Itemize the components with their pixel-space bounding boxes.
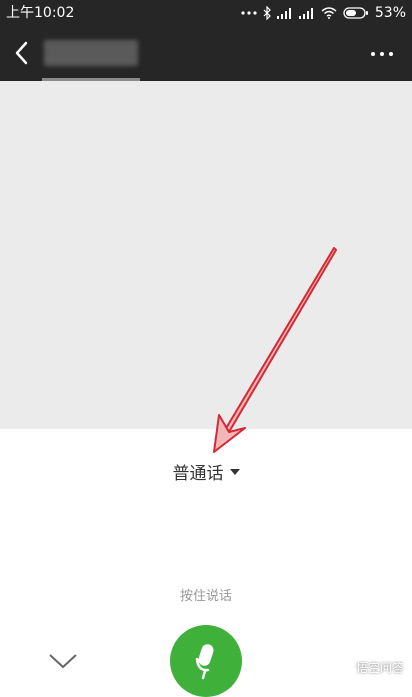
bluetooth-icon [263, 6, 271, 20]
wifi-icon [321, 7, 337, 19]
watermark: 悟空问答 [338, 659, 404, 676]
voice-input-panel: 普通话 按住说话 悟空问答 [0, 429, 412, 697]
nav-bar [0, 26, 412, 81]
nav-title-blurred [44, 40, 138, 66]
back-icon[interactable] [10, 38, 34, 68]
status-time: 上午10:02 [6, 5, 75, 21]
status-icons: 53% [241, 5, 406, 21]
language-selector[interactable]: 普通话 [0, 459, 412, 484]
hold-to-talk-hint: 按住说话 [179, 589, 232, 604]
status-bar: 上午10:02 53% [0, 0, 412, 26]
battery-level: 53% [374, 5, 406, 21]
watermark-text: 悟空问答 [355, 661, 404, 675]
wukong-logo-icon [338, 660, 352, 675]
dropdown-icon [229, 468, 240, 475]
more-icon[interactable] [370, 50, 394, 58]
collapse-icon[interactable] [48, 653, 78, 669]
battery-icon [343, 7, 368, 19]
language-label: 普通话 [172, 464, 224, 484]
content-area [0, 81, 412, 429]
microphone-button[interactable] [170, 625, 242, 697]
more-dots-icon [241, 11, 257, 15]
signal-icon-1 [276, 8, 291, 19]
signal-icon-2 [298, 8, 313, 19]
microphone-icon [195, 644, 214, 680]
